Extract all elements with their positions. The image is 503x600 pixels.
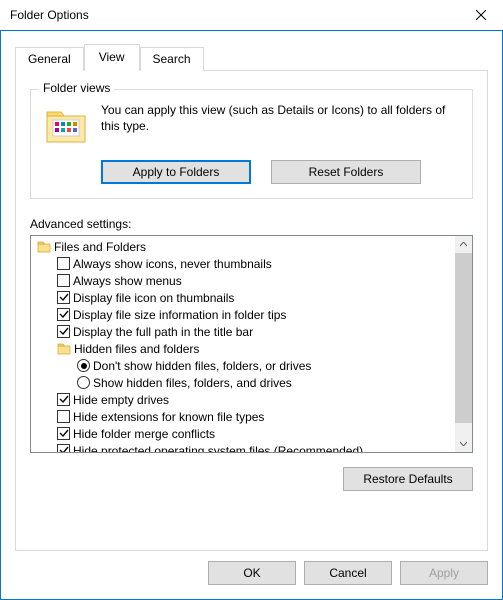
titlebar: Folder Options [0, 0, 503, 31]
checkbox[interactable] [57, 291, 70, 304]
tab-search[interactable]: Search [140, 47, 204, 71]
tab-panel-view: Folder views You can apply this view (su… [15, 70, 488, 551]
radio-button[interactable] [77, 359, 90, 372]
reset-folders-button[interactable]: Reset Folders [271, 160, 421, 184]
checkbox[interactable] [57, 257, 70, 270]
radio-button[interactable] [77, 376, 90, 389]
tree-item-label: Hide protected operating system files (R… [73, 444, 363, 453]
advanced-settings-label: Advanced settings: [30, 217, 473, 231]
restore-defaults-button[interactable]: Restore Defaults [343, 467, 473, 491]
folder-views-title: Folder views [39, 81, 114, 95]
tree-item-label: Don't show hidden files, folders, or dri… [93, 359, 311, 373]
content-area: General View Search Folder views [1, 31, 502, 551]
ok-button[interactable]: OK [208, 561, 296, 585]
tree-item-label: Hide folder merge conflicts [73, 427, 215, 441]
tree-item[interactable]: Hide extensions for known file types [33, 408, 453, 425]
cancel-button[interactable]: Cancel [304, 561, 392, 585]
folder-views-description: You can apply this view (such as Details… [101, 102, 460, 148]
tree-item[interactable]: Display the full path in the title bar [33, 323, 453, 340]
folder-views-group: Folder views You can apply this view (su… [30, 89, 473, 199]
tree-item: Files and Folders [33, 238, 453, 255]
tree-item-label: Hide empty drives [73, 393, 169, 407]
tree-item[interactable]: Always show icons, never thumbnails [33, 255, 453, 272]
scrollbar[interactable] [455, 236, 472, 452]
tree-item[interactable]: Hide empty drives [33, 391, 453, 408]
close-icon [476, 10, 486, 20]
checkbox[interactable] [57, 444, 70, 452]
tree-item[interactable]: Show hidden files, folders, and drives [33, 374, 453, 391]
tree-item[interactable]: Hide protected operating system files (R… [33, 442, 453, 452]
tree-item-label: Hidden files and folders [74, 342, 199, 356]
tree-item[interactable]: Always show menus [33, 272, 453, 289]
checkbox[interactable] [57, 393, 70, 406]
tree-item-label: Hide extensions for known file types [73, 410, 264, 424]
tree-item[interactable]: Display file icon on thumbnails [33, 289, 453, 306]
scroll-up-button[interactable] [455, 236, 472, 253]
checkbox[interactable] [57, 274, 70, 287]
tree-item-label: Show hidden files, folders, and drives [93, 376, 292, 390]
apply-to-folders-button[interactable]: Apply to Folders [101, 160, 251, 184]
close-button[interactable] [458, 0, 503, 30]
tab-strip: General View Search [15, 43, 488, 70]
tree-item-label: Display file size information in folder … [73, 308, 286, 322]
tab-general[interactable]: General [15, 47, 84, 71]
chevron-down-icon [460, 441, 467, 446]
checkbox[interactable] [57, 410, 70, 423]
window-title: Folder Options [0, 8, 458, 22]
scroll-down-button[interactable] [455, 435, 472, 452]
tree-item-label: Display the full path in the title bar [73, 325, 253, 339]
checkbox[interactable] [57, 325, 70, 338]
checkbox[interactable] [57, 427, 70, 440]
chevron-up-icon [460, 242, 467, 247]
advanced-settings-items: Files and Folders Always show icons, neve… [31, 236, 455, 452]
dialog-buttons: OK Cancel Apply [1, 551, 502, 599]
tree-item[interactable]: Don't show hidden files, folders, or dri… [33, 357, 453, 374]
folder-views-icon [43, 102, 89, 148]
tree-item-label: Files and Folders [54, 240, 146, 254]
apply-button[interactable]: Apply [400, 561, 488, 585]
scroll-track[interactable] [455, 253, 472, 435]
tree-item-label: Always show menus [73, 274, 182, 288]
advanced-settings-list[interactable]: Files and Folders Always show icons, neve… [30, 235, 473, 453]
tree-item[interactable]: Display file size information in folder … [33, 306, 453, 323]
scroll-thumb[interactable] [455, 253, 472, 423]
tree-item-label: Always show icons, never thumbnails [73, 257, 272, 271]
window-body: General View Search Folder views [0, 31, 503, 600]
tree-item[interactable]: Hide folder merge conflicts [33, 425, 453, 442]
tab-view[interactable]: View [84, 44, 140, 71]
tree-item-label: Display file icon on thumbnails [73, 291, 234, 305]
tree-item: Hidden files and folders [33, 340, 453, 357]
checkbox[interactable] [57, 308, 70, 321]
